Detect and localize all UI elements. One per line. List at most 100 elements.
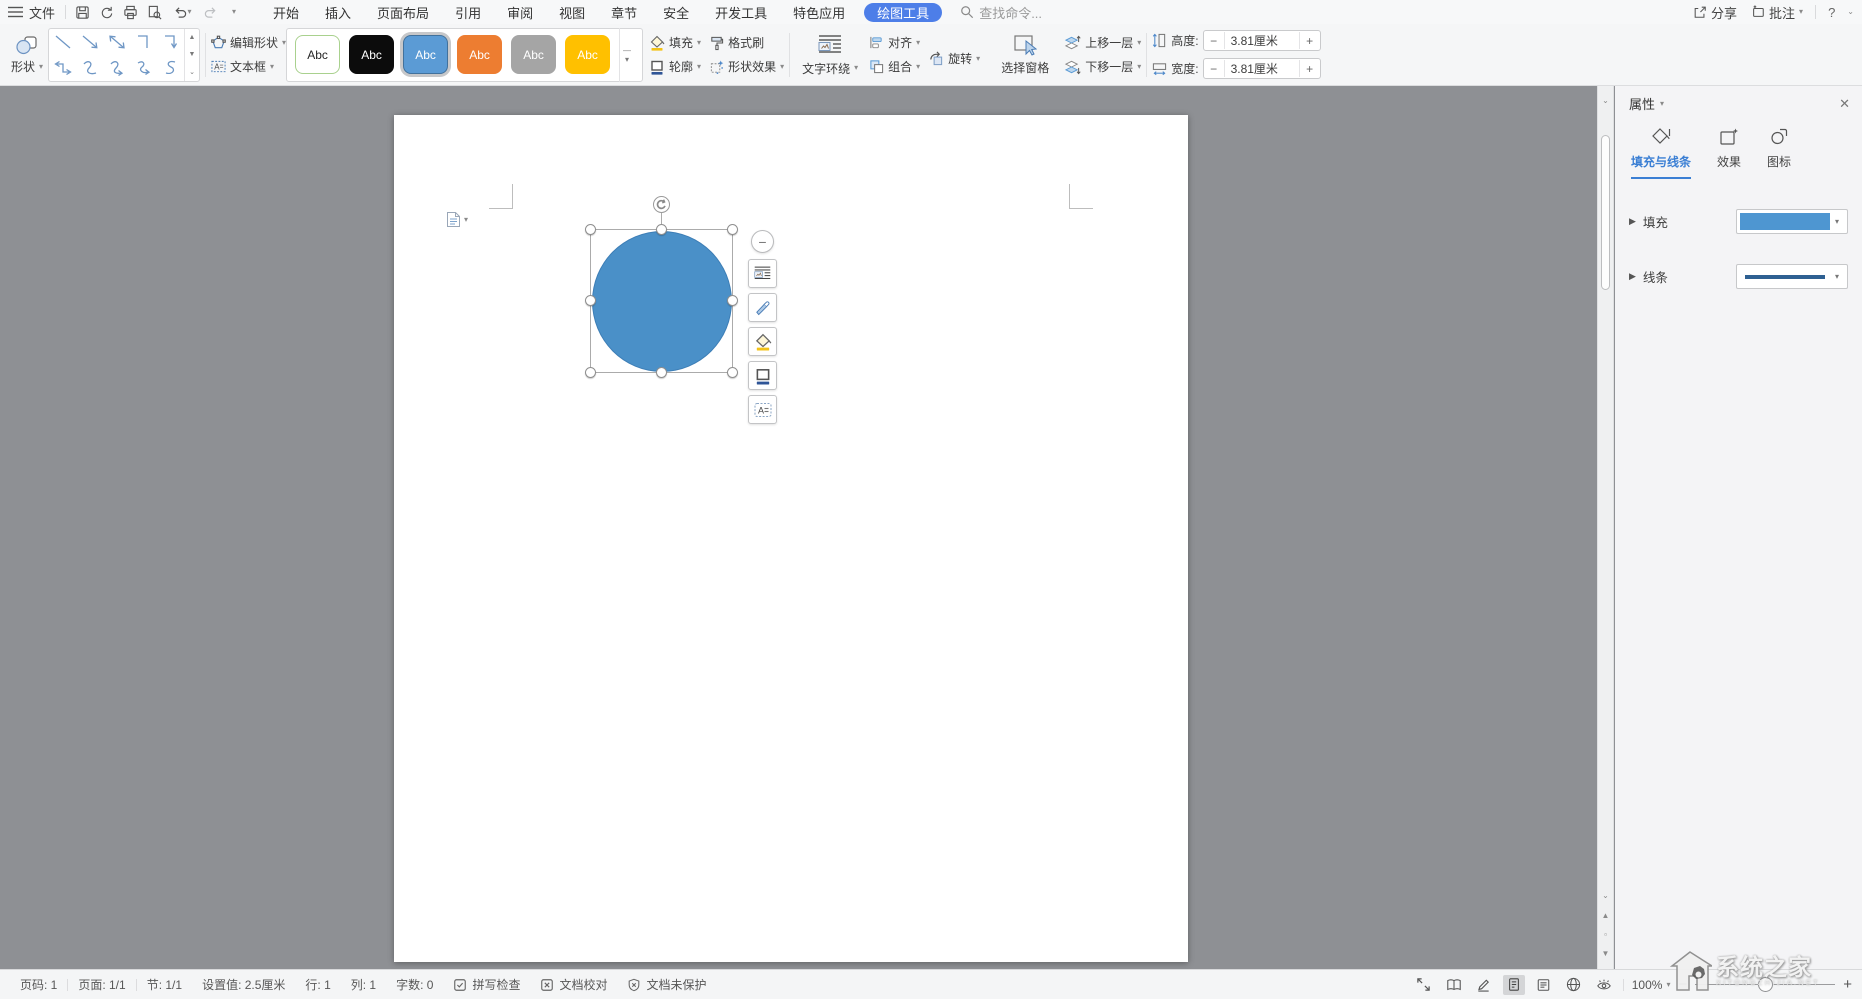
text-quick-button[interactable]: A [748,395,777,424]
gallery-scroll-up-icon[interactable]: ▲ [185,29,199,46]
status-section[interactable]: 节: 1/1 [137,976,192,993]
eye-protection-icon[interactable] [1593,975,1615,995]
next-page-button[interactable]: ▼ [1598,945,1613,961]
share-button[interactable]: 分享 [1687,0,1743,24]
web-view-icon[interactable] [1563,975,1585,995]
style-preset-1[interactable]: Abc [349,35,394,74]
style-preset-4[interactable]: Abc [511,35,556,74]
browse-object-button[interactable]: ▫ [1598,926,1613,942]
width-value[interactable]: 3.81厘米 [1224,60,1300,77]
text-wrap-button[interactable]: 文字环绕▾ [795,33,865,77]
resize-handle-e[interactable] [727,295,738,306]
align-button[interactable]: 对齐▾ [869,34,920,51]
collapse-quick-toolbar-button[interactable]: − [751,230,774,253]
previous-page-button[interactable]: ▲ [1598,907,1613,923]
scroll-down-icon[interactable]: ⌄ [1598,887,1613,903]
style-preset-0[interactable]: Abc [295,35,340,74]
spell-check-button[interactable]: 拼写检查 [443,976,530,993]
redo-button[interactable] [198,2,222,22]
print-button[interactable] [118,2,142,22]
width-stepper[interactable]: − 3.81厘米 + [1203,58,1321,79]
tab-security[interactable]: 安全 [650,0,702,24]
resize-handle-sw[interactable] [585,367,596,378]
rotation-handle[interactable] [653,196,670,213]
help-button[interactable]: ? [1822,0,1841,24]
line-section-toggle[interactable]: ▶ 线条 [1629,267,1668,286]
shape-curve-icon[interactable] [76,55,103,81]
shape-elbow-connector-icon[interactable] [130,29,157,55]
panel-tab-fill-lines[interactable]: 填充与线条 [1631,127,1691,179]
read-view-icon[interactable] [1443,975,1465,995]
panel-title-caret-icon[interactable]: ▾ [1660,100,1664,108]
file-menu[interactable]: 文件 [23,0,61,24]
shape-squiggle-arrow-icon[interactable] [130,55,157,81]
document-protection-button[interactable]: 文档未保护 [617,976,716,993]
line-style-dropdown[interactable]: ▾ [1736,264,1848,289]
resize-handle-ne[interactable] [727,224,738,235]
tab-developer[interactable]: 开发工具 [702,0,780,24]
page-options-button[interactable]: ▾ [446,211,468,228]
save-button[interactable] [70,2,94,22]
height-increase-button[interactable]: + [1300,34,1320,48]
zoom-in-button[interactable]: + [1843,976,1852,993]
status-page-count[interactable]: 页面: 1/1 [68,976,135,993]
shape-curve-arrow-icon[interactable] [103,55,130,81]
tab-special-apps[interactable]: 特色应用 [780,0,858,24]
shape-double-arrow-icon[interactable] [103,29,130,55]
export-icon[interactable] [94,2,118,22]
group-button[interactable]: 组合▾ [869,58,920,75]
height-value[interactable]: 3.81厘米 [1224,32,1300,49]
zoom-out-button[interactable]: − [1678,976,1687,993]
panel-tab-effects[interactable]: 效果 [1717,127,1741,179]
document-proofing-button[interactable]: 文档校对 [530,976,617,993]
zoom-slider-knob[interactable] [1758,977,1773,992]
tab-drawing-tools-active[interactable]: 绘图工具 [864,3,942,22]
gallery-more-icon[interactable]: ⌄ [185,63,199,80]
tab-home[interactable]: 开始 [260,0,312,24]
scroll-collapse-icon[interactable]: ⌄ [1598,92,1613,108]
ink-view-icon[interactable] [1473,975,1495,995]
bring-forward-button[interactable]: 上移一层▾ [1064,34,1141,51]
tab-page-layout[interactable]: 页面布局 [364,0,442,24]
panel-tab-icon[interactable]: 图标 [1767,127,1791,179]
status-setting-value[interactable]: 设置值: 2.5厘米 [192,976,295,993]
layout-options-button[interactable] [748,259,777,288]
text-box-button[interactable]: A 文本框▾ [211,58,286,75]
print-preview-button[interactable] [142,2,166,22]
status-word-count[interactable]: 字数: 0 [386,976,443,993]
zoom-level-button[interactable]: 100%▾ [1632,978,1671,992]
style-preset-3[interactable]: Abc [457,35,502,74]
fill-color-dropdown[interactable]: ▾ [1736,209,1848,234]
outline-view-icon[interactable] [1533,975,1555,995]
fill-quick-button[interactable] [748,327,777,356]
style-gallery-more-icon[interactable]: —▾ [619,28,634,82]
shape-effects-button[interactable]: 形状效果▾ [709,58,784,75]
edit-shape-button[interactable]: 编辑形状▾ [211,34,286,51]
fill-button[interactable]: 填充▾ [649,34,701,51]
scrollbar-thumb[interactable] [1601,135,1610,290]
status-page-number[interactable]: 页码: 1 [10,976,67,993]
resize-handle-n[interactable] [656,224,667,235]
document-canvas[interactable]: ▾ − A [0,86,1597,969]
tab-review[interactable]: 审阅 [494,0,546,24]
rotate-button[interactable]: 旋转▾ [928,50,980,67]
shape-arrow-icon[interactable] [76,29,103,55]
panel-title[interactable]: 属性 [1629,94,1655,113]
tab-references[interactable]: 引用 [442,0,494,24]
send-backward-button[interactable]: 下移一层▾ [1064,58,1141,75]
style-brush-button[interactable] [748,293,777,322]
gallery-scroll-down-icon[interactable]: ▼ [185,46,199,63]
fill-section-toggle[interactable]: ▶ 填充 [1629,212,1668,231]
shape-line-icon[interactable] [49,29,76,55]
undo-caret-icon[interactable]: ▾ [188,8,192,16]
panel-close-button[interactable]: ✕ [1839,96,1850,112]
zoom-slider[interactable] [1695,975,1835,995]
shape-elbow-arrow-icon[interactable] [157,29,184,55]
shape-elbow-double-arrow-icon[interactable] [49,55,76,81]
fullscreen-view-icon[interactable] [1413,975,1435,995]
format-painter-button[interactable]: 格式刷 [709,34,784,51]
page-view-icon[interactable] [1503,975,1525,995]
outline-quick-button[interactable] [748,361,777,390]
command-search[interactable]: 查找命令... [960,3,1042,22]
resize-handle-se[interactable] [727,367,738,378]
